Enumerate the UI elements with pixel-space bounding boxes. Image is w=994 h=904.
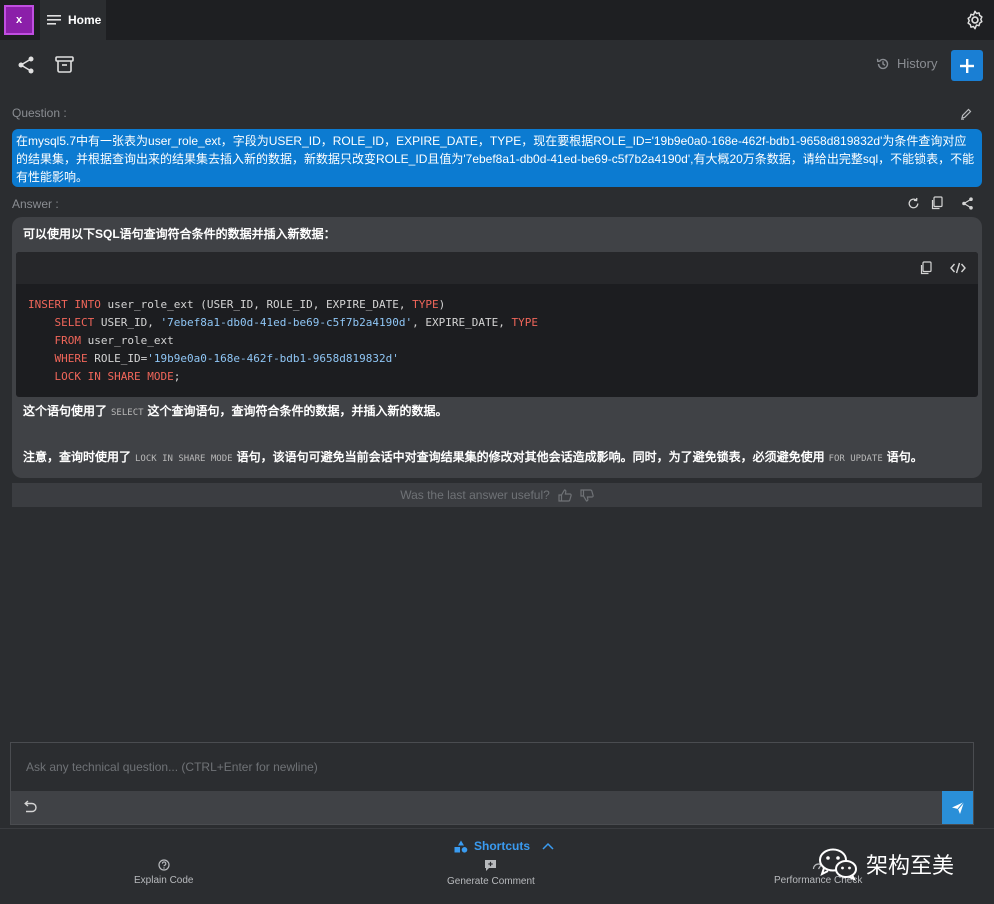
code-keyword: WHERE [54,352,88,365]
thumbs-down-icon[interactable] [580,488,594,502]
question-input-area [10,742,974,825]
copy-answer-icon[interactable] [930,196,943,210]
para-text: 语句，该语句可避免当前会话中对查询结果集的修改对其他会话造成影响。同时，为了避免… [236,450,825,464]
code-keyword: SELECT [54,316,95,329]
code-text: ROLE_ID= [87,352,148,365]
regenerate-icon[interactable] [907,197,920,210]
code-text: ) [438,298,446,311]
archive-icon[interactable] [55,56,74,73]
wechat-icon [819,848,857,881]
inline-code: SELECT [111,408,144,418]
history-button[interactable]: History [876,56,937,71]
code-block: INSERT INTO user_role_ext (USER_ID, ROLE… [16,252,978,397]
plus-icon [960,58,974,73]
input-toolbar [11,791,973,824]
shortcut-explain-code[interactable]: Explain Code [134,859,193,886]
watermark: 架构至美 [818,847,954,881]
shortcut-generate-comment[interactable]: Generate Comment [447,859,535,887]
code-text: user_role_ext (USER_ID, ROLE_ID, EXPIRE_… [100,298,413,311]
feedback-bar: Was the last answer useful? [12,483,982,507]
inline-code: LOCK IN SHARE MODE [135,454,233,464]
code-keyword: MODE [147,370,174,383]
history-label: History [897,56,938,71]
shortcuts-label: Shortcuts [474,839,531,853]
watermark-text: 架构至美 [866,853,955,878]
edit-icon[interactable] [960,108,972,120]
shortcuts-toggle[interactable]: Shortcuts [454,839,554,853]
code-keyword: INSERT [28,298,68,311]
code-content: INSERT INTO user_role_ext (USER_ID, ROLE… [16,284,978,398]
insert-code-icon[interactable] [950,262,966,274]
help-circle-icon [158,859,170,871]
code-text: ; [173,370,181,383]
answer-paragraph-1: 这个语句使用了 SELECT 这个查询语句，查询符合条件的数据，并插入新的数据。 [23,402,448,419]
code-text: user_role_ext [81,334,174,347]
question-text: 在mysql5.7中有一张表为user_role_ext，字段为USER_ID，… [12,129,982,187]
code-keyword: INTO [74,298,101,311]
close-tab-label: x [15,14,23,26]
menu-icon [47,15,61,25]
para-text: 这个查询语句，查询符合条件的数据，并插入新的数据。 [147,404,448,418]
code-string: '19b9e0a0-168e-462f-bdb1-9658d819832d' [147,352,399,365]
tab-home[interactable]: Home [40,0,106,40]
code-text: , EXPIRE_DATE, [412,316,512,329]
code-keyword: TYPE [511,316,539,329]
answer-label: Answer : [12,197,59,211]
code-keyword: LOCK [54,370,82,383]
para-text: 这个语句使用了 [23,404,108,418]
chevron-up-icon [542,842,554,850]
undo-icon[interactable] [22,800,37,814]
share-icon[interactable] [17,56,35,74]
thumbs-up-icon[interactable] [558,488,572,502]
code-block-header [16,252,978,284]
code-string: '7ebef8a1-db0d-41ed-be69-c5f7b2a4190d' [160,316,413,329]
share-answer-icon[interactable] [961,197,974,210]
shortcuts-panel: Shortcuts Explain Code Generate Comment … [0,828,994,904]
history-icon [876,58,889,69]
answer-box: 可以使用以下SQL语句查询符合条件的数据并插入新数据： INSERT INTO … [12,217,982,478]
tab-home-label: Home [68,13,102,27]
send-icon [951,801,964,814]
question-label: Question : [12,106,67,120]
shortcut-label: Generate Comment [447,876,535,887]
send-button[interactable] [942,791,973,824]
copy-code-icon[interactable] [919,261,932,275]
comment-icon [485,860,497,871]
title-bar: x Home [0,0,994,40]
gear-icon[interactable] [964,9,986,31]
para-text: 语句。 [886,450,923,464]
inline-code: FOR UPDATE [828,454,883,464]
para-text: 注意，查询时使用了 [23,450,132,464]
shapes-icon [454,840,468,853]
answer-paragraph-2: 注意，查询时使用了 LOCK IN SHARE MODE 语句，该语句可避免当前会话… [23,448,923,465]
code-text: USER_ID, [94,316,161,329]
shortcut-label: Explain Code [134,875,194,886]
feedback-text: Was the last answer useful? [400,488,550,502]
new-chat-button[interactable] [951,50,983,81]
code-keyword: TYPE [412,298,439,311]
answer-intro: 可以使用以下SQL语句查询符合条件的数据并插入新数据： [23,227,336,241]
code-keyword: FROM [54,334,82,347]
code-keyword: IN [87,370,101,383]
question-input[interactable] [11,743,973,791]
code-keyword: SHARE [107,370,141,383]
close-tab-button[interactable]: x [4,5,34,35]
